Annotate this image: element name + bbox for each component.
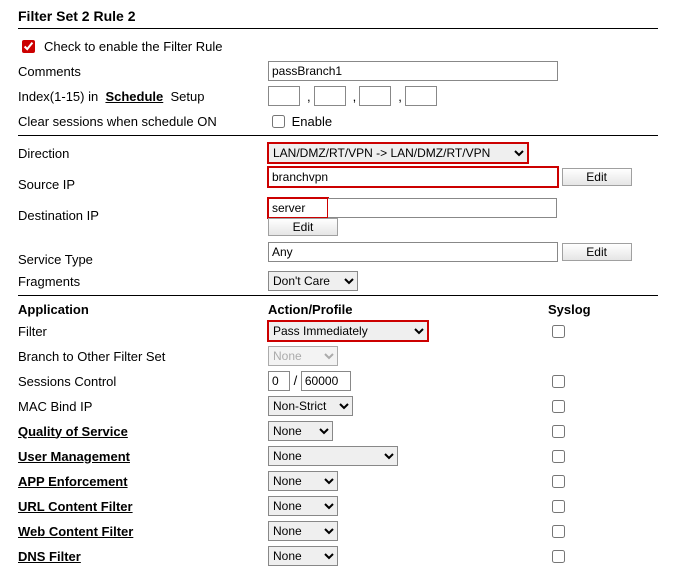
clear-sessions-enable-checkbox[interactable] (272, 115, 285, 128)
comments-label: Comments (18, 64, 268, 79)
service-type-edit-button[interactable]: Edit (562, 243, 632, 261)
fragments-select[interactable]: Don't Care (268, 271, 358, 291)
qos-link[interactable]: Quality of Service (18, 424, 268, 439)
branch-label: Branch to Other Filter Set (18, 349, 268, 364)
qos-select[interactable]: None (268, 421, 333, 441)
direction-select[interactable]: LAN/DMZ/RT/VPN -> LAN/DMZ/RT/VPN (268, 143, 528, 163)
source-ip-input[interactable] (268, 167, 558, 187)
dest-ip-input-rest[interactable] (328, 198, 557, 218)
index-label-b: Setup (170, 89, 204, 104)
web-syslog-checkbox[interactable] (552, 525, 565, 538)
schedule-idx-4[interactable] (405, 86, 437, 106)
user-mgmt-select[interactable]: None (268, 446, 398, 466)
clear-sessions-label: Clear sessions when schedule ON (18, 114, 268, 129)
dns-filter-link[interactable]: DNS Filter (18, 549, 268, 564)
index-label-a: Index(1-15) in (18, 89, 98, 104)
service-type-label: Service Type (18, 242, 268, 267)
url-filter-select[interactable]: None (268, 496, 338, 516)
source-ip-edit-button[interactable]: Edit (562, 168, 632, 186)
dns-filter-select[interactable]: None (268, 546, 338, 566)
web-filter-link[interactable]: Web Content Filter (18, 524, 268, 539)
divider (18, 135, 658, 136)
comments-input[interactable] (268, 61, 558, 81)
divider (18, 28, 658, 29)
filter-syslog-checkbox[interactable] (552, 325, 565, 338)
app-enforcement-link[interactable]: APP Enforcement (18, 474, 268, 489)
enable-filter-rule-label: Check to enable the Filter Rule (44, 39, 222, 54)
mac-bind-select[interactable]: Non-Strict (268, 396, 353, 416)
header-syslog: Syslog (548, 302, 591, 317)
clear-sessions-enable-text: Enable (292, 114, 332, 129)
page-title: Filter Set 2 Rule 2 (18, 8, 658, 24)
app-syslog-checkbox[interactable] (552, 475, 565, 488)
web-filter-select[interactable]: None (268, 521, 338, 541)
dns-syslog-checkbox[interactable] (552, 550, 565, 563)
fragments-label: Fragments (18, 274, 268, 289)
header-application: Application (18, 302, 268, 317)
schedule-link[interactable]: Schedule (105, 89, 163, 104)
dest-ip-input-hl[interactable] (268, 198, 328, 218)
dest-ip-edit-button[interactable]: Edit (268, 218, 338, 236)
enable-filter-rule-checkbox[interactable] (22, 40, 35, 53)
source-ip-label: Source IP (18, 167, 268, 192)
app-enforcement-select[interactable]: None (268, 471, 338, 491)
mac-bind-label: MAC Bind IP (18, 399, 268, 414)
divider (18, 295, 658, 296)
sessions-slash: / (294, 373, 298, 388)
header-action-profile: Action/Profile (268, 302, 548, 317)
filter-action-select[interactable]: Pass Immediately (268, 321, 428, 341)
schedule-idx-2[interactable] (314, 86, 346, 106)
schedule-idx-1[interactable] (268, 86, 300, 106)
filter-label: Filter (18, 324, 268, 339)
sessions-control-label: Sessions Control (18, 374, 268, 389)
sessions-max-input[interactable] (301, 371, 351, 391)
url-syslog-checkbox[interactable] (552, 500, 565, 513)
url-filter-link[interactable]: URL Content Filter (18, 499, 268, 514)
schedule-idx-3[interactable] (359, 86, 391, 106)
qos-syslog-checkbox[interactable] (552, 425, 565, 438)
mac-syslog-checkbox[interactable] (552, 400, 565, 413)
user-mgmt-link[interactable]: User Management (18, 449, 268, 464)
sessions-current-input[interactable] (268, 371, 290, 391)
sessions-syslog-checkbox[interactable] (552, 375, 565, 388)
direction-label: Direction (18, 146, 268, 161)
user-syslog-checkbox[interactable] (552, 450, 565, 463)
service-type-input[interactable] (268, 242, 558, 262)
branch-select: None (268, 346, 338, 366)
dest-ip-label: Destination IP (18, 198, 268, 223)
